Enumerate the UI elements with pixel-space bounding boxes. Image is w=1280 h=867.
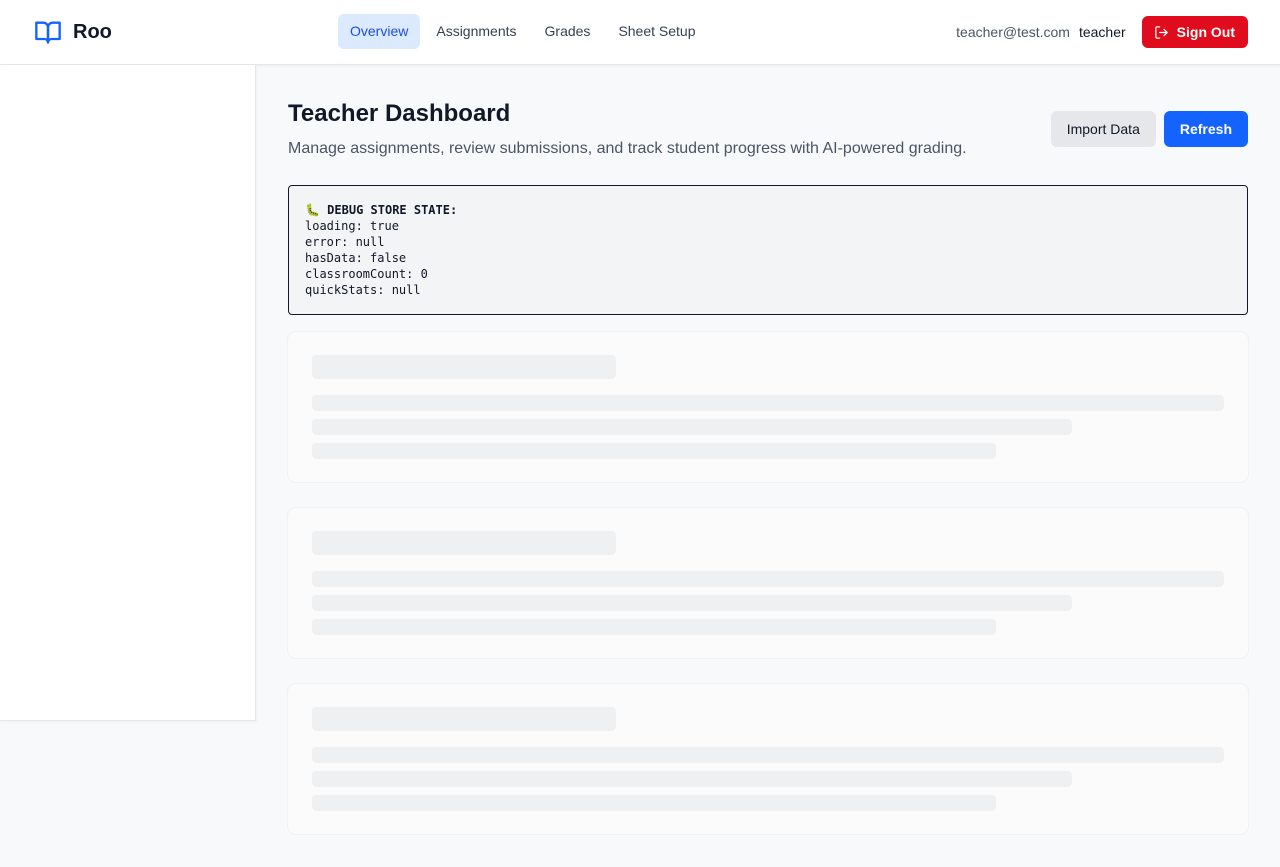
skeleton-title-bar: [312, 707, 616, 731]
import-data-button[interactable]: Import Data: [1050, 111, 1156, 147]
sidebar: [0, 65, 256, 721]
skeleton-line: [312, 619, 996, 635]
skeleton-line: [312, 747, 1224, 763]
page-title: Teacher Dashboard: [288, 100, 511, 127]
refresh-button[interactable]: Refresh: [1163, 111, 1248, 147]
top-navbar: Roo Overview Assignments Grades Sheet Se…: [0, 0, 1280, 65]
sign-out-label: Sign Out: [1176, 24, 1235, 40]
user-area: teacher@test.com teacher Sign Out: [956, 16, 1248, 48]
tab-grades[interactable]: Grades: [533, 14, 603, 49]
app-name: Roo: [73, 20, 112, 43]
debug-line-loading: loading: true: [305, 219, 399, 233]
tab-overview[interactable]: Overview: [338, 14, 421, 49]
log-out-icon: [1154, 25, 1177, 40]
skeleton-line: [312, 771, 1072, 787]
tab-assignments[interactable]: Assignments: [424, 14, 528, 49]
loading-skeleton-card: [288, 332, 1248, 482]
tab-sheet-setup[interactable]: Sheet Setup: [606, 14, 707, 49]
skeleton-line: [312, 595, 1072, 611]
debug-line-hasdata: hasData: false: [305, 251, 407, 265]
page-subtitle: Manage assignments, review submissions, …: [288, 140, 967, 157]
main-nav: Overview Assignments Grades Sheet Setup: [338, 14, 712, 49]
skeleton-title-bar: [312, 355, 616, 379]
skeleton-line: [312, 395, 1224, 411]
user-email: teacher@test.com: [956, 24, 1070, 40]
skeleton-line: [312, 419, 1072, 435]
debug-title: 🐛 DEBUG STORE STATE:: [305, 203, 458, 217]
debug-line-classroomcount: classroomCount: 0: [305, 267, 428, 281]
skeleton-line: [312, 795, 996, 811]
skeleton-title-bar: [312, 531, 616, 555]
debug-panel: 🐛 DEBUG STORE STATE: loading: true error…: [288, 185, 1248, 315]
brand-logo[interactable]: Roo: [33, 18, 112, 46]
sign-out-button[interactable]: Sign Out: [1141, 16, 1248, 48]
debug-line-error: error: null: [305, 235, 385, 249]
book-open-icon: [33, 18, 63, 46]
skeleton-line: [312, 443, 996, 459]
loading-skeleton-card: [288, 508, 1248, 658]
debug-line-quickstats: quickStats: null: [305, 283, 421, 297]
skeleton-line: [312, 571, 1224, 587]
user-role: teacher: [1078, 24, 1126, 40]
page-actions: Import Data Refresh: [1050, 111, 1248, 147]
loading-skeleton-card: [288, 684, 1248, 834]
